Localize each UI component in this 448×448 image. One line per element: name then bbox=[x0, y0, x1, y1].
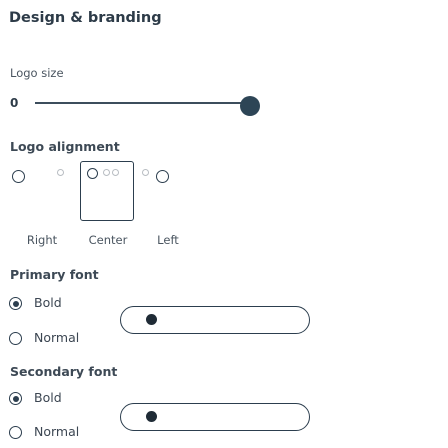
primary-font-normal-label: Normal bbox=[34, 330, 80, 345]
primary-font-bold-label: Bold bbox=[34, 295, 62, 310]
section-title: Design & branding bbox=[9, 10, 162, 26]
primary-font-preview-field[interactable] bbox=[120, 306, 310, 334]
primary-font-normal-radio[interactable] bbox=[9, 332, 22, 345]
logo-size-label: Logo size bbox=[10, 66, 64, 80]
secondary-font-preview-dot-icon bbox=[146, 411, 157, 422]
logo-align-center-label: Center bbox=[88, 233, 128, 247]
logo-align-right-radio[interactable] bbox=[12, 170, 25, 183]
logo-size-slider-thumb[interactable] bbox=[240, 96, 260, 116]
logo-align-left-label: Left bbox=[157, 233, 179, 247]
secondary-font-bold-label: Bold bbox=[34, 390, 62, 405]
logo-align-center-preview-dot-icon bbox=[103, 169, 110, 176]
logo-size-value: 0 bbox=[10, 96, 19, 110]
logo-size-slider-track[interactable] bbox=[35, 102, 249, 104]
logo-align-center-preview[interactable] bbox=[80, 161, 134, 221]
secondary-font-normal-radio[interactable] bbox=[9, 426, 22, 439]
logo-alignment-label: Logo alignment bbox=[10, 139, 120, 154]
logo-align-left-radio[interactable] bbox=[156, 170, 169, 183]
logo-align-left-preview-icon bbox=[142, 169, 149, 176]
primary-font-preview-dot-icon bbox=[146, 314, 157, 325]
secondary-font-preview-field[interactable] bbox=[120, 403, 310, 431]
secondary-font-bold-radio[interactable] bbox=[9, 392, 22, 405]
logo-align-right-preview-icon bbox=[57, 169, 64, 176]
secondary-font-normal-label: Normal bbox=[34, 424, 80, 439]
primary-font-label: Primary font bbox=[10, 267, 99, 282]
logo-align-center-preview-dot2-icon bbox=[112, 169, 119, 176]
logo-align-right-label: Right bbox=[26, 233, 58, 247]
primary-font-bold-radio[interactable] bbox=[9, 297, 22, 310]
logo-align-center-preview-radio-icon bbox=[87, 168, 98, 179]
secondary-font-label: Secondary font bbox=[10, 364, 118, 379]
